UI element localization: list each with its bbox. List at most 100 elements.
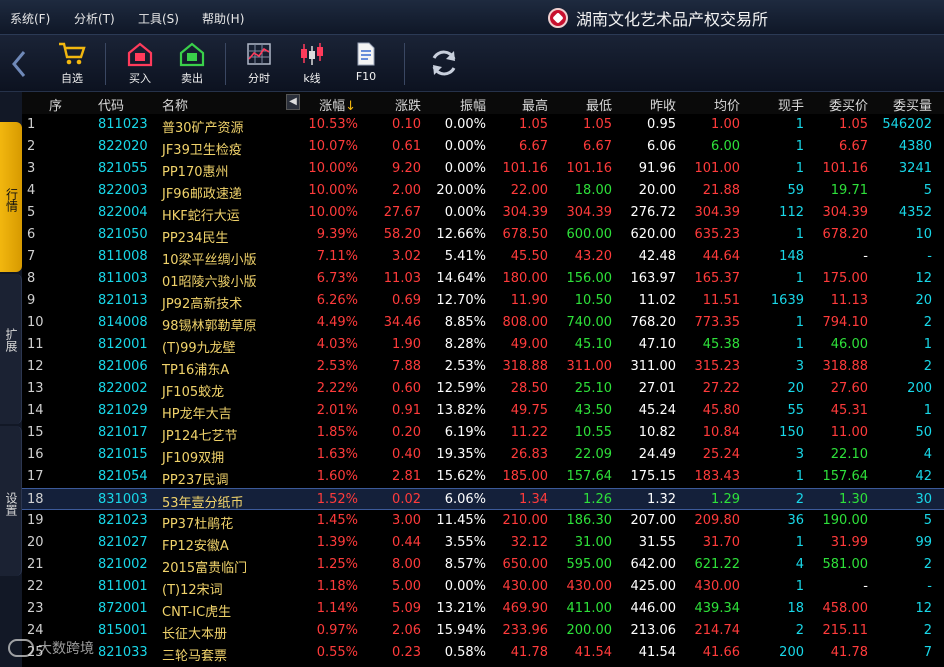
back-arrow-icon[interactable] [8,49,30,79]
cell-seq: 2 [27,139,36,154]
cell-code: 814008 [98,315,148,330]
menu-analysis[interactable]: 分析(T) [74,10,115,27]
table-row[interactable]: 23 872001 CNT-IC虎生 1.14% 5.09 13.21% 469.90 411… [22,598,944,620]
header-low[interactable]: 最低 [568,95,612,114]
cell-seq: 13 [27,381,44,396]
cell-bid-price: 11.13 [830,293,868,308]
cell-change-pct: 1.60% [316,469,358,484]
cell-change: 27.67 [383,205,421,220]
cell-code: 821015 [98,447,148,462]
table-row[interactable]: 1 811023 普30矿产资源 10.53% 0.10 0.00% 1.05 1.05 0.9… [22,114,944,136]
cell-bid-price: 318.88 [822,359,869,374]
header-avg-price[interactable]: 均价 [696,95,740,114]
table-row[interactable]: 18 831003 53年壹分纸币 1.52% 0.02 6.06% 1.34 1.26 1.3… [22,488,944,511]
f10-button[interactable]: F10 [344,40,388,88]
table-row[interactable]: 4 822003 JF96邮政速递 10.00% 2.00 20.00% 22.00 18.0… [22,180,944,202]
cell-code: 821002 [98,557,148,572]
refresh-icon[interactable] [428,47,460,79]
cell-high: 430.00 [502,579,549,594]
cell-change-pct: 2.01% [316,403,358,418]
table-row[interactable]: 17 821054 PP237民调 1.60% 2.81 15.62% 185.00 157.… [22,466,944,488]
cell-high: 678.50 [502,227,549,242]
cell-amplitude: 13.21% [436,601,486,616]
table-row[interactable]: 25 821033 三轮马套票 0.55% 0.23 0.58% 41.78 41.54 41.… [22,642,944,664]
cell-code: 822004 [98,205,148,220]
cell-prev-close: 446.00 [630,601,677,616]
cell-change: 0.91 [392,403,421,418]
table-row[interactable]: 11 812001 (T)99九龙壁 4.03% 1.90 8.28% 49.00 45.10… [22,334,944,356]
header-prev-close[interactable]: 昨收 [632,95,676,114]
cell-name: CNT-IC虎生 [162,605,232,620]
table-row[interactable]: 5 822004 HKF蛇行大运 10.00% 27.67 0.00% 304.39 304.… [22,202,944,224]
cell-high: 210.00 [502,513,549,528]
table-row[interactable]: 8 811003 01昭陵六骏小版 6.73% 11.03 14.64% 180.00 156… [22,268,944,290]
header-change-pct[interactable]: 涨幅↓ [312,95,356,114]
menu-system[interactable]: 系统(F) [10,10,50,27]
table-row[interactable]: 24 815001 长征大本册 0.97% 2.06 15.94% 233.96 200.00… [22,620,944,642]
header-bid-volume[interactable]: 委买量 [876,95,932,114]
table-row[interactable]: 2 822020 JF39卫生检疫 10.07% 0.61 0.00% 6.67 6.67 6.… [22,136,944,158]
sell-button[interactable]: 卖出 [170,40,214,88]
cell-volume: 1 [795,117,804,132]
cell-name: (T)99九龙壁 [162,341,236,356]
cell-name: JF109双拥 [162,451,225,466]
tab-settings[interactable]: 设置 [0,426,22,576]
cell-change: 0.40 [392,447,421,462]
cell-change-pct: 7.11% [316,249,358,264]
table-row[interactable]: 7 811008 10梁平丝绸小版 7.11% 3.02 5.41% 45.50 43.20 4… [22,246,944,268]
cell-change: 58.20 [383,227,421,242]
cell-low: 18.00 [574,183,612,198]
collapse-left-icon[interactable]: ◀ [286,94,300,110]
cell-seq: 23 [27,601,44,616]
cell-amplitude: 14.64% [436,271,486,286]
cell-low: 595.00 [566,557,613,572]
table-row[interactable]: 6 821050 PP234民生 9.39% 58.20 12.66% 678.50 600.… [22,224,944,246]
table-row[interactable]: 15 821017 JP124七艺节 1.85% 0.20 6.19% 11.22 10.55… [22,422,944,444]
table-row[interactable]: 22 811001 (T)12宋词 1.18% 5.00 0.00% 430.00 430.0… [22,576,944,598]
kline-button[interactable]: k线 [290,40,334,88]
cell-seq: 16 [27,447,44,462]
watchlist-button[interactable]: 自选 [50,40,94,88]
cell-name: 长征大本册 [162,627,228,642]
header-name[interactable]: 名称 [162,95,188,114]
tab-extend[interactable]: 扩展 [0,274,22,424]
cell-bid-price: 19.71 [830,183,868,198]
header-bid-price[interactable]: 委买价 [812,95,868,114]
header-amplitude[interactable]: 振幅 [442,95,486,114]
header-code[interactable]: 代码 [98,95,124,114]
table-row[interactable]: 14 821029 HP龙年大吉 2.01% 0.91 13.82% 49.75 43.50 4… [22,400,944,422]
cell-bid-price: 101.16 [822,161,869,176]
cell-prev-close: 768.20 [630,315,677,330]
table-row[interactable]: 16 821015 JF109双拥 1.63% 0.40 19.35% 26.83 22.09… [22,444,944,466]
table-row[interactable]: 3 821055 PP170惠州 10.00% 9.20 0.00% 101.16 101.1… [22,158,944,180]
tab-quotes[interactable]: 行情 [0,122,22,272]
table-row[interactable]: 13 822002 JF105蛟龙 2.22% 0.60 12.59% 28.50 25.10… [22,378,944,400]
cell-avg-price: 1.29 [711,492,740,507]
header-high[interactable]: 最高 [504,95,548,114]
cell-bid-volume: 42 [915,469,932,484]
header-seq[interactable]: 序 [49,95,62,114]
table-row[interactable]: 10 814008 98锡林郭勒草原 4.49% 34.46 8.85% 808.00 740… [22,312,944,334]
cell-name: 98锡林郭勒草原 [162,319,257,334]
menu-tools[interactable]: 工具(S) [138,10,179,27]
cell-low: 157.64 [566,469,613,484]
table-row[interactable]: 9 821013 JP92高新技术 6.26% 0.69 12.70% 11.90 10.50… [22,290,944,312]
cell-seq: 20 [27,535,44,550]
cell-bid-volume: 50 [915,425,932,440]
header-volume[interactable]: 现手 [760,95,804,114]
cell-prev-close: 91.96 [638,161,676,176]
header-change[interactable]: 涨跌 [377,95,421,114]
cell-volume: 2 [795,492,804,507]
buy-button[interactable]: 买入 [118,40,162,88]
cell-code: 811023 [98,117,148,132]
table-row[interactable]: 21 821002 2015富贵临门 1.25% 8.00 8.57% 650.00 595.… [22,554,944,576]
cell-avg-price: 773.35 [694,315,741,330]
cell-name: 2015富贵临门 [162,561,248,576]
table-row[interactable]: 12 821006 TP16浦东A 2.53% 7.88 2.53% 318.88 311.0… [22,356,944,378]
timeshare-button[interactable]: 分时 [237,40,281,88]
cell-code: 821006 [98,359,148,374]
cell-name: JF96邮政速递 [162,187,242,202]
table-row[interactable]: 19 821023 PP37杜鹃花 1.45% 3.00 11.45% 210.00 186.… [22,510,944,532]
menu-help[interactable]: 帮助(H) [202,10,244,27]
table-row[interactable]: 20 821027 FP12安徽A 1.39% 0.44 3.55% 32.12 31.00 3… [22,532,944,554]
